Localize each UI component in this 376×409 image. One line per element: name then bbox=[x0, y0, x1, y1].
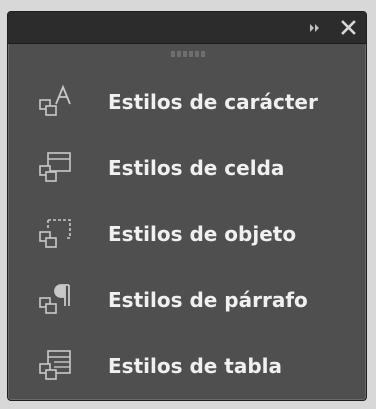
cell-styles-icon bbox=[38, 150, 74, 186]
object-styles-label: Estilos de objeto bbox=[108, 222, 297, 246]
list-item-character-styles[interactable]: Estilos de carácter bbox=[8, 72, 366, 138]
styles-list: Estilos de carácter Estilos de celda Est… bbox=[8, 72, 366, 402]
panel-grip[interactable] bbox=[171, 50, 205, 58]
close-icon[interactable] bbox=[340, 19, 357, 36]
list-item-paragraph-styles[interactable]: Estilos de párrafo bbox=[8, 270, 366, 336]
paragraph-styles-icon bbox=[38, 282, 74, 318]
paragraph-styles-label: Estilos de párrafo bbox=[108, 288, 308, 312]
list-item-table-styles[interactable]: Estilos de tabla bbox=[8, 336, 366, 402]
character-styles-icon bbox=[38, 84, 74, 120]
list-item-object-styles[interactable]: Estilos de objeto bbox=[8, 204, 366, 270]
character-styles-label: Estilos de carácter bbox=[108, 90, 318, 114]
panel-titlebar[interactable] bbox=[8, 12, 366, 44]
table-styles-label: Estilos de tabla bbox=[108, 354, 283, 378]
cell-styles-label: Estilos de celda bbox=[108, 156, 285, 180]
table-styles-icon bbox=[38, 348, 74, 384]
double-chevron-right-icon[interactable] bbox=[308, 21, 322, 35]
object-styles-icon bbox=[38, 216, 74, 252]
list-item-cell-styles[interactable]: Estilos de celda bbox=[8, 138, 366, 204]
styles-panel: Estilos de carácter Estilos de celda Est… bbox=[7, 11, 367, 401]
